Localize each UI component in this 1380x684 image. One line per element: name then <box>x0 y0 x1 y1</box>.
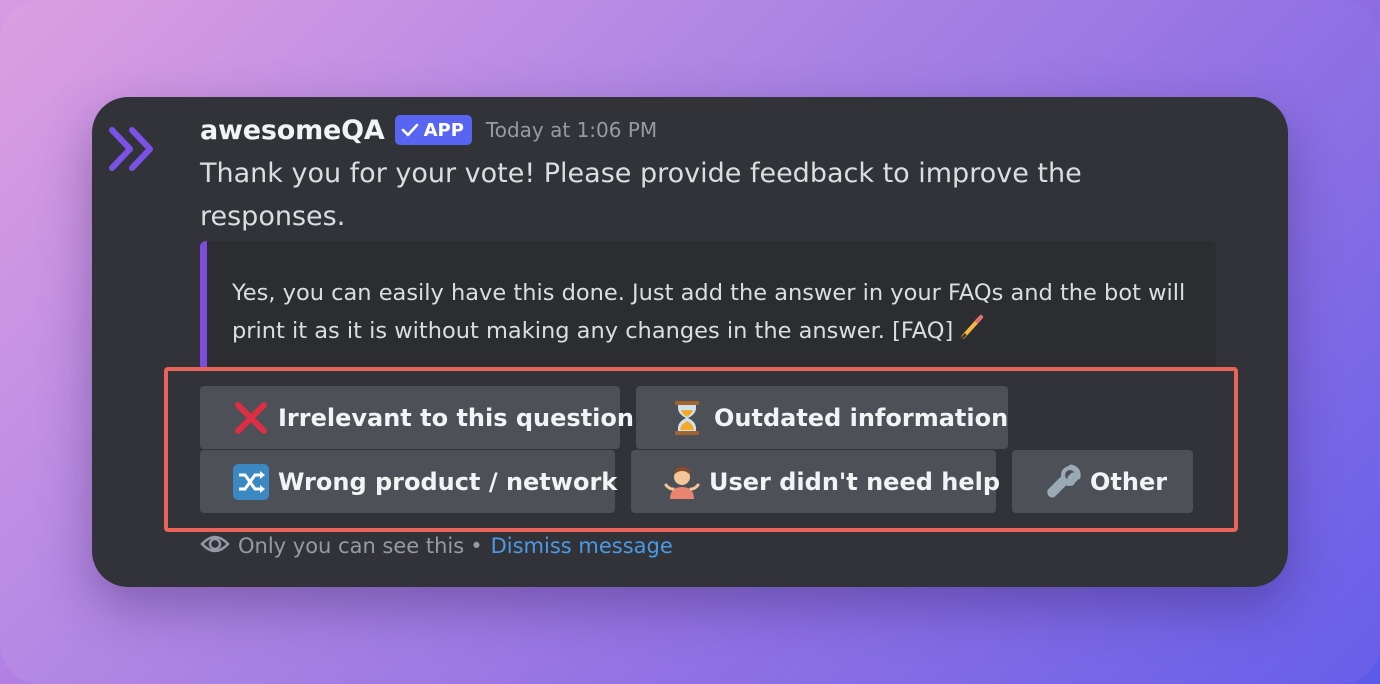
eye-icon <box>200 532 230 561</box>
message-header: awesomeQA APP Today at 1:06 PM <box>200 110 657 150</box>
outdated-button-label: Outdated information <box>714 403 1009 432</box>
message-timestamp[interactable]: Today at 1:06 PM <box>486 118 657 142</box>
pencil-icon <box>957 311 987 352</box>
embed-accent-bar <box>200 241 207 371</box>
message-body: Thank you for your vote! Please provide … <box>200 158 1082 232</box>
hourglass-icon <box>668 399 706 437</box>
quoted-answer-embed: Yes, you can easily have this done. Just… <box>200 241 1216 371</box>
no-help-button[interactable]: User didn't need help <box>631 450 1000 513</box>
person-shrugging-icon <box>663 463 701 501</box>
shuffle-icon <box>232 463 270 501</box>
irrelevant-button[interactable]: Irrelevant to this question <box>200 386 634 449</box>
visibility-note: Only you can see this <box>238 534 465 558</box>
footer-separator: • <box>470 534 483 558</box>
verified-check-icon <box>401 123 418 137</box>
app-badge-label: APP <box>423 119 464 141</box>
app-badge: APP <box>394 115 472 145</box>
embed-body: Yes, you can easily have this done. Just… <box>232 275 1202 352</box>
wrong-product-button[interactable]: Wrong product / network <box>200 450 618 513</box>
bot-avatar-chevrons-icon[interactable] <box>106 122 160 176</box>
wrong-product-button-label: Wrong product / network <box>278 467 618 496</box>
irrelevant-button-label: Irrelevant to this question <box>278 403 634 432</box>
no-help-button-label: User didn't need help <box>709 467 1001 496</box>
ephemeral-footer: Only you can see this • Dismiss message <box>200 530 673 562</box>
cross-mark-icon <box>232 399 270 437</box>
author-name[interactable]: awesomeQA <box>200 115 385 146</box>
outdated-button[interactable]: Outdated information <box>636 386 1008 449</box>
dismiss-message-link[interactable]: Dismiss message <box>491 534 673 558</box>
other-button-label: Other <box>1090 467 1168 496</box>
embed-text: Yes, you can easily have this done. Just… <box>232 280 1186 344</box>
other-button[interactable]: Other <box>1012 450 1193 513</box>
wrench-icon <box>1044 463 1082 501</box>
